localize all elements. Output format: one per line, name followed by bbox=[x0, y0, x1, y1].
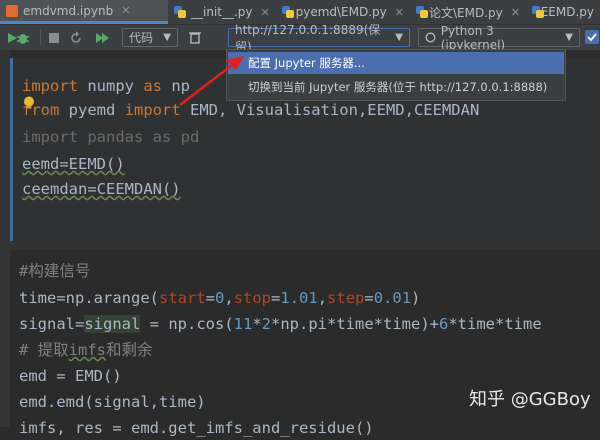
code-line: time=np.arange(start=0,stop=1.01,step=0.… bbox=[19, 289, 421, 307]
python-file-icon bbox=[282, 6, 294, 18]
tab-emdvmd[interactable]: emdvmd.ipynb ✕ bbox=[0, 0, 168, 24]
notebook-toolbar: 代码 ▼ http://127.0.0.1:8889(保留) ▼ Python … bbox=[0, 23, 600, 54]
close-icon[interactable]: ✕ bbox=[261, 6, 270, 19]
code-line: emd = EMD() bbox=[19, 367, 122, 385]
kernel-status-icon bbox=[425, 32, 436, 43]
chevron-down-icon: ▼ bbox=[395, 32, 403, 43]
restart-icon bbox=[71, 30, 81, 43]
code-line: import numpy as np bbox=[22, 77, 190, 95]
toolbar-divider bbox=[40, 29, 41, 45]
run-all-button[interactable] bbox=[93, 25, 113, 50]
tab-eemd[interactable]: EEMD.py bbox=[526, 0, 600, 24]
tab-paper-emd[interactable]: 论文\EMD.py ✕ bbox=[410, 0, 526, 24]
code-line: imfs, res = emd.get_imfs_and_residue() bbox=[19, 419, 374, 437]
trusted-checkbox[interactable] bbox=[585, 30, 599, 44]
notebook-icon bbox=[6, 4, 18, 17]
stop-icon bbox=[49, 32, 59, 43]
code-line: import pandas as pd bbox=[22, 128, 200, 146]
trash-icon bbox=[189, 32, 201, 44]
chevron-down-icon: ▼ bbox=[163, 32, 171, 43]
delete-cell-button[interactable] bbox=[185, 25, 205, 50]
tab-label: pyemd\EMD.py bbox=[295, 5, 387, 19]
check-icon bbox=[587, 33, 597, 42]
code-line: from pyemd import EMD, Visualisation,EEM… bbox=[22, 101, 480, 119]
jupyter-server-select[interactable]: http://127.0.0.1:8889(保留) ▼ bbox=[228, 23, 410, 54]
kernel-value: Python 3 (ipykernel) bbox=[440, 23, 506, 52]
run-all-icon bbox=[96, 32, 109, 43]
code-line: emd.emd(signal,time) bbox=[19, 393, 206, 411]
close-icon[interactable]: ✕ bbox=[511, 6, 520, 19]
editor-gutter bbox=[0, 50, 10, 427]
cell-separator bbox=[10, 241, 600, 250]
chevron-down-icon: ▼ bbox=[565, 32, 573, 43]
tab-label: __init__.py bbox=[191, 5, 253, 19]
cell-type-select[interactable]: 代码 ▼ bbox=[122, 28, 178, 47]
bug-icon bbox=[17, 33, 29, 44]
python-file-icon bbox=[416, 6, 429, 18]
server-dropdown-menu: 配置 Jupyter 服务器... 切换到当前 Jupyter 服务器(位于 h… bbox=[226, 49, 566, 101]
configure-jupyter-server-item[interactable]: 配置 Jupyter 服务器... bbox=[228, 52, 564, 74]
debug-button[interactable] bbox=[13, 25, 33, 50]
python-file-icon bbox=[532, 6, 544, 18]
restart-kernel-button[interactable] bbox=[66, 25, 86, 50]
tab-label: emdvmd.ipynb bbox=[23, 3, 114, 18]
watermark: 知乎 @GGBoy bbox=[469, 389, 591, 410]
close-icon[interactable]: ✕ bbox=[121, 4, 130, 17]
code-line: #构建信号 bbox=[19, 262, 91, 280]
code-line: ceemdan=CEEMDAN() bbox=[22, 180, 181, 198]
close-icon[interactable]: ✕ bbox=[395, 6, 404, 19]
tab-label: EEMD.py bbox=[540, 5, 594, 19]
cell-type-value: 代码 bbox=[129, 31, 154, 45]
lightbulb-icon[interactable] bbox=[23, 96, 35, 110]
switch-jupyter-server-item[interactable]: 切换到当前 Jupyter 服务器(位于 http://127.0.0.1:88… bbox=[228, 76, 564, 98]
code-line: eemd=EEMD() bbox=[22, 155, 125, 173]
stop-button[interactable] bbox=[44, 25, 64, 50]
kernel-select[interactable]: Python 3 (ipykernel) ▼ bbox=[418, 24, 580, 52]
python-file-icon bbox=[174, 6, 186, 18]
tab-label: 论文\EMD.py bbox=[429, 5, 503, 20]
code-line: # 提取imfs和剩余 bbox=[19, 341, 153, 359]
code-line: signal=signal = np.cos(11*2*np.pi*time*t… bbox=[19, 315, 542, 333]
